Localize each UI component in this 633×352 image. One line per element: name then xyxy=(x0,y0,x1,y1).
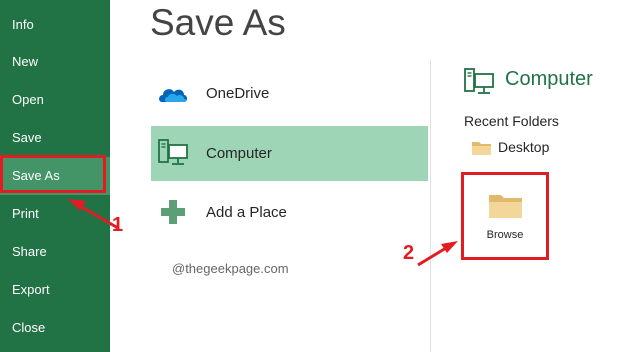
onedrive-cloud-icon xyxy=(159,89,187,102)
computer-icon xyxy=(464,68,494,94)
computer-icon xyxy=(158,139,188,165)
sidebar-item-export[interactable]: Export xyxy=(0,271,110,309)
location-label: Computer xyxy=(206,145,272,162)
sidebar-item-open[interactable]: Open xyxy=(0,81,110,119)
folder-icon xyxy=(489,195,522,218)
save-as-highlight-box xyxy=(0,155,106,193)
sidebar-item-print[interactable]: Print xyxy=(0,195,110,233)
plus-icon xyxy=(161,200,185,224)
browse-button[interactable]: Browse xyxy=(461,172,549,260)
sidebar-item-close[interactable]: Close xyxy=(0,309,110,347)
step-2-label: 2 xyxy=(403,242,415,264)
browse-label: Browse xyxy=(486,229,524,241)
recent-folders-heading: Recent Folders xyxy=(464,113,559,129)
location-onedrive[interactable]: OneDrive xyxy=(151,66,428,121)
location-add-a-place[interactable]: Add a Place xyxy=(151,185,428,240)
folder-icon xyxy=(472,142,491,155)
page-title: Save As xyxy=(150,2,286,43)
sidebar-item-new[interactable]: New xyxy=(0,43,110,81)
watermark-text: @thegeekpage.com xyxy=(172,261,289,276)
step-2-arrow-icon xyxy=(417,241,458,267)
recent-folder-label: Desktop xyxy=(498,139,550,155)
location-computer[interactable]: Computer xyxy=(151,126,428,181)
location-label: Add a Place xyxy=(206,204,287,221)
panel-divider xyxy=(430,60,431,352)
right-panel-title: Computer xyxy=(505,68,593,90)
sidebar-item-save[interactable]: Save xyxy=(0,119,110,157)
sidebar-item-info[interactable]: Info xyxy=(0,6,110,44)
sidebar-item-share[interactable]: Share xyxy=(0,233,110,271)
location-label: OneDrive xyxy=(206,85,270,102)
step-1-label: 1 xyxy=(112,214,124,236)
